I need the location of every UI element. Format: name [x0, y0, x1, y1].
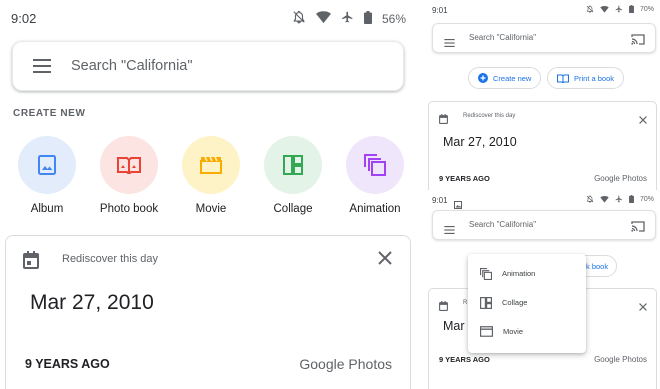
google-photos-logo: Google Photos	[299, 356, 392, 372]
battery-icon	[629, 195, 634, 203]
menu-item-label: Collage	[502, 298, 528, 307]
status-icons: 56%	[292, 10, 406, 27]
creator-label: Album	[30, 203, 64, 215]
status-icons: 70%	[586, 5, 654, 13]
close-icon[interactable]	[378, 251, 392, 270]
rediscover-card[interactable]: Rediscover this day Mar 27, 2010 9 YEARS…	[5, 235, 411, 389]
menu-item-label: Movie	[503, 327, 524, 336]
create-menu: Animation Collage Movie	[468, 254, 586, 353]
card-title: Rediscover this day	[463, 113, 516, 119]
wifi-icon	[315, 10, 331, 27]
wifi-icon	[600, 5, 609, 13]
card-years-ago: 9 YEARS AGO	[439, 355, 490, 364]
menu-item-animation[interactable]: Animation	[468, 259, 586, 288]
google-photos-logo: Google Photos	[594, 174, 647, 183]
create-new-heading: CREATE NEW	[13, 108, 86, 119]
movie-icon	[480, 326, 493, 337]
create-animation-button[interactable]: Animation	[335, 136, 415, 215]
print-book-label: k book	[586, 261, 609, 271]
create-album-button[interactable]: Album	[7, 136, 87, 215]
secondary-screen-bottom: 9:01 70% Search "California" k book R Ma…	[425, 190, 660, 389]
notifications-off-icon	[586, 195, 594, 203]
card-title: Rediscover this day	[62, 253, 158, 265]
menu-icon[interactable]	[444, 221, 455, 239]
animation-icon	[480, 267, 492, 280]
create-movie-button[interactable]: Movie	[171, 136, 251, 215]
search-placeholder[interactable]: Search "California"	[71, 58, 193, 74]
creator-label: Collage	[273, 203, 313, 215]
photo-book-icon-circle	[100, 136, 158, 194]
battery-percent: 70%	[639, 5, 654, 13]
status-time: 9:01	[432, 6, 448, 15]
collage-icon	[480, 296, 492, 309]
create-new-label: Create new	[493, 73, 532, 83]
album-icon-circle	[18, 136, 76, 194]
card-date: Mar 27, 2010	[30, 291, 154, 314]
create-collage-button[interactable]: Collage	[253, 136, 333, 215]
cast-icon[interactable]	[631, 32, 645, 50]
photo-book-icon	[557, 73, 569, 83]
battery-icon	[363, 10, 372, 27]
create-new-button[interactable]: Create new	[468, 67, 542, 89]
animation-icon	[364, 154, 386, 176]
close-icon[interactable]	[639, 298, 647, 316]
battery-icon	[629, 5, 634, 13]
photo-book-icon	[117, 157, 141, 174]
notifications-off-icon	[292, 10, 306, 27]
animation-icon-circle	[346, 136, 404, 194]
cast-icon[interactable]	[631, 219, 645, 237]
menu-icon[interactable]	[444, 34, 455, 52]
status-time: 9:01	[432, 196, 448, 205]
creator-label: Photo book	[99, 203, 159, 215]
collage-icon	[283, 155, 303, 175]
status-bar: 9:01 70%	[425, 190, 660, 212]
close-icon[interactable]	[639, 111, 647, 129]
notifications-off-icon	[586, 5, 594, 13]
add-circle-icon	[478, 73, 488, 83]
menu-item-movie[interactable]: Movie	[468, 317, 586, 346]
search-bar[interactable]: Search "California"	[432, 23, 656, 53]
card-date: Mar	[443, 319, 465, 333]
airplane-icon	[615, 5, 622, 13]
calendar-icon	[23, 251, 39, 274]
rediscover-card[interactable]: Rediscover this day Mar 27, 2010 9 YEARS…	[428, 101, 657, 190]
create-new-row: Album Photo book Movie Collage Animation	[0, 136, 420, 226]
movie-icon	[200, 156, 222, 174]
calendar-icon	[439, 111, 448, 129]
menu-item-collage[interactable]: Collage	[468, 288, 586, 317]
creator-label: Movie	[195, 203, 227, 215]
card-years-ago: 9 YEARS AGO	[439, 174, 490, 183]
secondary-screen-top: 9:01 70% Search "California" Create new …	[425, 0, 660, 190]
status-bar: 9:02 56%	[0, 0, 420, 36]
movie-icon-circle	[182, 136, 240, 194]
create-photo-book-button[interactable]: Photo book	[89, 136, 169, 215]
airplane-icon	[615, 195, 622, 203]
status-bar: 9:01 70%	[425, 0, 660, 22]
calendar-icon	[439, 298, 448, 316]
search-placeholder[interactable]: Search "California"	[469, 33, 536, 42]
airplane-icon	[341, 10, 354, 27]
card-title: R	[463, 300, 468, 306]
menu-item-label: Animation	[502, 269, 536, 278]
collage-icon-circle	[264, 136, 322, 194]
wifi-icon	[600, 195, 609, 203]
print-book-button[interactable]: Print a book	[547, 67, 625, 89]
menu-icon[interactable]	[33, 59, 51, 78]
status-time: 9:02	[11, 11, 37, 26]
card-date: Mar 27, 2010	[443, 135, 517, 149]
battery-percent: 70%	[639, 195, 654, 203]
status-icons: 70%	[586, 195, 654, 203]
main-screen: 9:02 56% Search "California" CREATE NEW	[0, 0, 420, 389]
print-book-label: Print a book	[574, 73, 615, 83]
search-bar[interactable]: Search "California"	[12, 41, 404, 91]
card-years-ago: 9 YEARS AGO	[25, 357, 110, 371]
search-placeholder[interactable]: Search "California"	[469, 220, 536, 229]
search-bar[interactable]: Search "California"	[432, 210, 656, 240]
battery-percent: 56%	[381, 11, 406, 26]
creator-label: Animation	[349, 203, 401, 215]
album-icon	[38, 155, 56, 175]
google-photos-logo: Google Photos	[594, 355, 647, 364]
